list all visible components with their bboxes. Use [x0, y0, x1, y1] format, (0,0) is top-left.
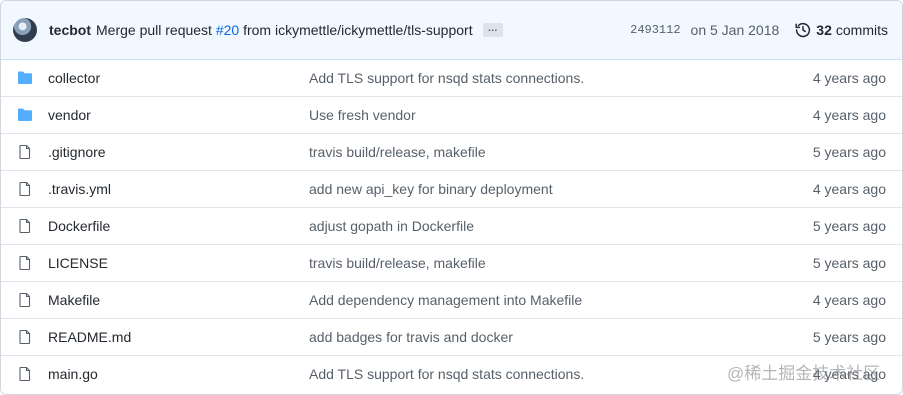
commit-date: on 5 Jan 2018	[690, 22, 780, 38]
watermark: @稀土掘金技术社区	[727, 364, 881, 383]
file-name-link[interactable]: main.go	[48, 366, 98, 382]
file-name-link[interactable]: Dockerfile	[48, 218, 110, 234]
file-icon	[17, 366, 33, 382]
file-icon	[17, 181, 33, 197]
file-icon	[17, 144, 33, 160]
pull-request-link[interactable]: #20	[216, 22, 239, 38]
commit-message-link[interactable]: travis build/release, makefile	[309, 255, 486, 271]
commit-message-link[interactable]: travis build/release, makefile	[309, 144, 486, 160]
file-row[interactable]: vendor Use fresh vendor 4 years ago	[1, 97, 902, 134]
file-icon	[17, 292, 33, 308]
commit-age: 4 years ago	[812, 292, 886, 308]
file-browser: tecbot Merge pull request #20 from ickym…	[0, 0, 903, 395]
commit-message-link[interactable]: add badges for travis and docker	[309, 329, 513, 345]
commit-age: 5 years ago	[812, 218, 886, 234]
file-row[interactable]: Dockerfile adjust gopath in Dockerfile 5 y…	[1, 208, 902, 245]
commit-message-link[interactable]: Add TLS support for nsqd stats connectio…	[309, 70, 584, 86]
commit-age: 4 years ago	[812, 107, 886, 123]
file-name-link[interactable]: Makefile	[48, 292, 100, 308]
latest-commit-bar: tecbot Merge pull request #20 from ickym…	[1, 1, 902, 60]
avatar[interactable]	[13, 18, 37, 42]
file-row[interactable]: .gitignore travis build/release, makefile…	[1, 134, 902, 171]
commit-message[interactable]: Merge pull request #20 from ickymettle/i…	[96, 22, 473, 38]
file-name-link[interactable]: LICENSE	[48, 255, 108, 271]
commit-age: 5 years ago	[812, 255, 886, 271]
file-name-link[interactable]: collector	[48, 70, 100, 86]
commit-message-suffix[interactable]: from ickymettle/ickymettle/tls-support	[239, 22, 473, 38]
file-row[interactable]: collector Add TLS support for nsqd stats …	[1, 60, 902, 97]
file-row[interactable]: .travis.yml add new api_key for binary de…	[1, 171, 902, 208]
file-icon	[17, 329, 33, 345]
file-row[interactable]: LICENSE travis build/release, makefile 5 y…	[1, 245, 902, 282]
commit-sha[interactable]: 2493112	[630, 23, 680, 37]
commit-message-link[interactable]: adjust gopath in Dockerfile	[309, 218, 474, 234]
commits-label[interactable]: commits	[836, 22, 888, 38]
commit-age: 5 years ago	[812, 329, 886, 345]
file-row[interactable]: Makefile Add dependency management into M…	[1, 282, 902, 319]
commit-message-link[interactable]: add new api_key for binary deployment	[309, 181, 553, 197]
folder-icon	[17, 107, 33, 123]
commit-message-link[interactable]: Use fresh vendor	[309, 107, 416, 123]
commit-count[interactable]: 32	[816, 22, 832, 38]
commit-age: 4 years ago	[812, 181, 886, 197]
folder-icon	[17, 70, 33, 86]
commit-message-link[interactable]: Add dependency management into Makefile	[309, 292, 582, 308]
file-name-link[interactable]: README.md	[48, 329, 131, 345]
commit-message-link[interactable]: Add TLS support for nsqd stats connectio…	[309, 366, 584, 382]
file-name-link[interactable]: vendor	[48, 107, 91, 123]
file-row[interactable]: README.md add badges for travis and docke…	[1, 319, 902, 356]
commit-age: 5 years ago	[812, 144, 886, 160]
commit-message-prefix[interactable]: Merge pull request	[96, 22, 216, 38]
file-icon	[17, 255, 33, 271]
file-name-link[interactable]: .travis.yml	[48, 181, 111, 197]
commit-age: 4 years ago	[812, 70, 886, 86]
commits-link[interactable]: 32 commits	[795, 22, 888, 38]
history-icon	[795, 22, 811, 38]
file-icon	[17, 218, 33, 234]
file-list: collector Add TLS support for nsqd stats …	[1, 60, 902, 392]
expand-message-button[interactable]: …	[482, 23, 503, 37]
commit-author[interactable]: tecbot	[49, 22, 91, 38]
file-name-link[interactable]: .gitignore	[48, 144, 106, 160]
